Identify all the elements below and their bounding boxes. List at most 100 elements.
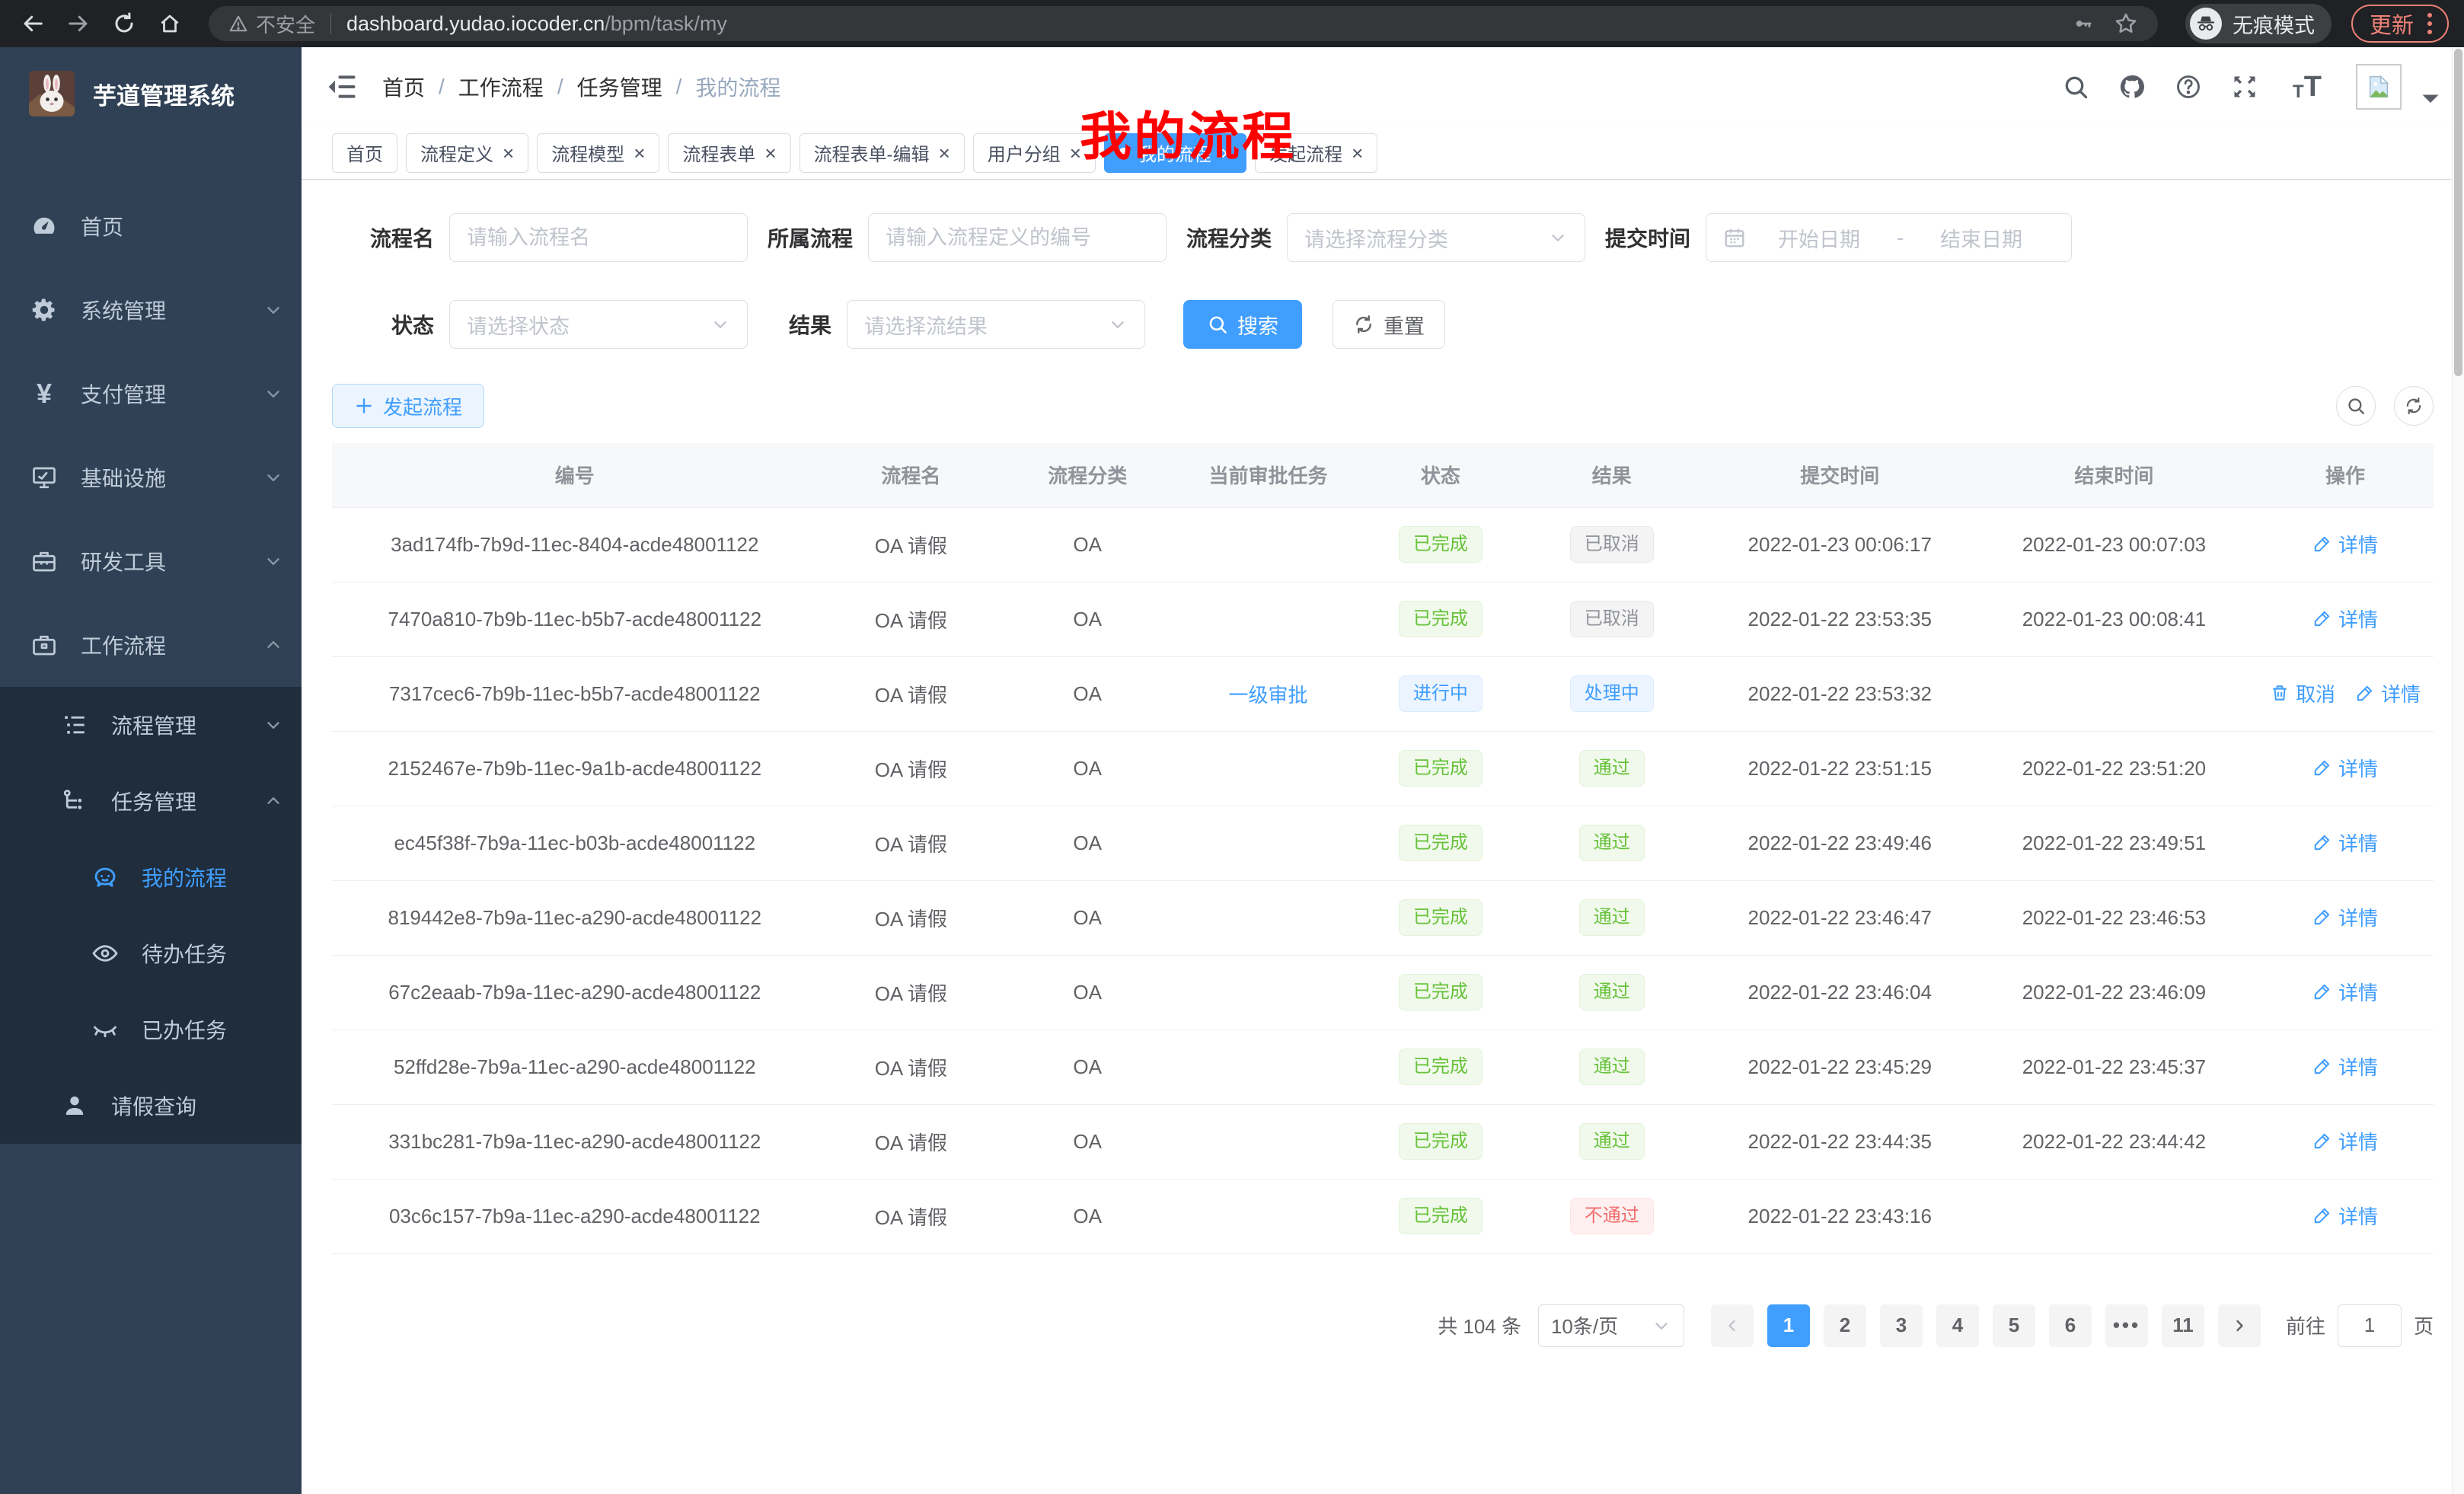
- github-icon[interactable]: [2118, 73, 2146, 101]
- page-number-button[interactable]: 6: [2049, 1304, 2092, 1347]
- detail-action-link[interactable]: 详情: [2312, 754, 2378, 782]
- eye-icon: [91, 940, 119, 967]
- detail-action-link[interactable]: 详情: [2312, 903, 2378, 931]
- detail-action-link[interactable]: 详情: [2312, 978, 2378, 1006]
- cancel-action-link[interactable]: 取消: [2270, 679, 2335, 707]
- close-icon[interactable]: ×: [634, 143, 645, 163]
- tab-process-form-edit[interactable]: 流程表单-编辑×: [800, 133, 965, 173]
- detail-action-link[interactable]: 详情: [2312, 605, 2378, 633]
- detail-action-link[interactable]: 详情: [2355, 679, 2421, 707]
- sidebar-item-system-management[interactable]: 系统管理: [0, 268, 302, 352]
- url-host: dashboard.yudao.iocoder.cn: [346, 12, 605, 36]
- detail-action-link[interactable]: 详情: [2312, 1202, 2378, 1230]
- search-icon[interactable]: [2062, 73, 2089, 101]
- breadcrumb-separator: /: [676, 75, 682, 99]
- sidebar-item-payment-management[interactable]: ¥支付管理: [0, 352, 302, 436]
- task-link[interactable]: 一级审批: [1229, 684, 1308, 707]
- refresh-button[interactable]: [2394, 386, 2434, 426]
- browser-back-button[interactable]: [15, 6, 50, 41]
- avatar[interactable]: [2356, 64, 2402, 110]
- search-toggle-button[interactable]: [2336, 386, 2376, 426]
- page-more-button[interactable]: •••: [2105, 1304, 2148, 1347]
- sidebar-item-process-management[interactable]: 流程管理: [0, 687, 302, 763]
- sidebar-item-dev-tools[interactable]: 研发工具: [0, 519, 302, 603]
- process-category-cell: OA: [1004, 1104, 1170, 1179]
- actions-cell: 详情: [2257, 880, 2434, 955]
- tab-user-group[interactable]: 用户分组×: [973, 133, 1096, 173]
- parent-process-input[interactable]: [868, 213, 1167, 262]
- sidebar-item-label: 我的流程: [142, 862, 283, 892]
- breadcrumb-item[interactable]: 首页: [382, 72, 425, 102]
- status-tag: 已完成: [1399, 750, 1483, 787]
- goto-page-input[interactable]: [2338, 1304, 2402, 1347]
- detail-action-link[interactable]: 详情: [2312, 1052, 2378, 1081]
- close-icon[interactable]: ×: [1221, 143, 1232, 163]
- home-icon: [158, 12, 181, 35]
- sidebar-item-my-process[interactable]: 我的流程: [0, 839, 302, 915]
- font-size-icon[interactable]: TT: [2287, 73, 2327, 101]
- page-number-button[interactable]: 11: [2162, 1304, 2204, 1347]
- prev-page-button[interactable]: [1711, 1304, 1754, 1347]
- breadcrumb-item[interactable]: 工作流程: [458, 72, 544, 102]
- close-icon[interactable]: ×: [503, 143, 514, 163]
- key-icon[interactable]: [2073, 13, 2094, 34]
- scrollbar-thumb[interactable]: [2454, 49, 2462, 376]
- search-button[interactable]: 搜索: [1183, 300, 1302, 349]
- page-number-button[interactable]: 2: [1824, 1304, 1866, 1347]
- tab-process-form[interactable]: 流程表单×: [668, 133, 790, 173]
- next-page-button[interactable]: [2218, 1304, 2261, 1347]
- page-size-value: 10条/页: [1551, 1311, 1618, 1339]
- page-number-button[interactable]: 5: [1993, 1304, 2035, 1347]
- category-select[interactable]: 请选择流程分类: [1287, 213, 1585, 262]
- sidebar-item-task-management[interactable]: 任务管理: [0, 763, 302, 839]
- page-number-button[interactable]: 3: [1880, 1304, 1923, 1347]
- tab-process-model[interactable]: 流程模型×: [537, 133, 659, 173]
- sidebar-item-done-tasks[interactable]: 已办任务: [0, 991, 302, 1068]
- process-name-input[interactable]: [449, 213, 748, 262]
- address-bar[interactable]: 不安全 dashboard.yudao.iocoder.cn /bpm/task…: [209, 6, 2158, 41]
- tab-start-process[interactable]: 发起流程×: [1255, 133, 1377, 173]
- page-number-button[interactable]: 1: [1767, 1304, 1810, 1347]
- process-name-cell: OA 请假: [818, 1104, 1005, 1179]
- tab-process-definition[interactable]: 流程定义×: [406, 133, 528, 173]
- close-icon[interactable]: ×: [764, 143, 776, 163]
- caret-down-icon[interactable]: [2417, 85, 2444, 112]
- sidebar-collapse-icon[interactable]: [326, 70, 359, 104]
- help-icon[interactable]: [2175, 73, 2202, 101]
- detail-action-link[interactable]: 详情: [2312, 1127, 2378, 1155]
- address-divider: [330, 13, 331, 34]
- tab-home[interactable]: 首页: [332, 133, 397, 173]
- browser-home-button[interactable]: [152, 6, 187, 41]
- page-size-select[interactable]: 10条/页: [1538, 1304, 1684, 1347]
- tab-my-process[interactable]: 我的流程×: [1104, 133, 1246, 173]
- current-task-cell: 一级审批: [1170, 656, 1366, 731]
- reset-button[interactable]: 重置: [1333, 300, 1445, 349]
- close-icon[interactable]: ×: [1352, 143, 1363, 163]
- table-row: 52ffd28e-7b9a-11ec-a290-acde48001122OA 请…: [332, 1030, 2434, 1104]
- browser-update-button[interactable]: 更新: [2351, 5, 2449, 43]
- star-icon[interactable]: [2114, 11, 2138, 36]
- page-number-button[interactable]: 4: [1936, 1304, 1979, 1347]
- submit-time-range[interactable]: 开始日期 - 结束日期: [1706, 213, 2072, 262]
- detail-action-link[interactable]: 详情: [2312, 828, 2378, 857]
- close-icon[interactable]: ×: [1070, 143, 1081, 163]
- sidebar-item-workflow[interactable]: 工作流程: [0, 603, 302, 687]
- fullscreen-icon[interactable]: [2231, 73, 2258, 101]
- sidebar-item-label: 任务管理: [111, 786, 263, 816]
- detail-action-link[interactable]: 详情: [2312, 530, 2378, 558]
- page-content: 流程名 所属流程 流程分类 请选择流程分类 提交时间: [302, 213, 2464, 1347]
- result-cell: 通过: [1515, 806, 1709, 880]
- sidebar-item-leave-query[interactable]: 请假查询: [0, 1068, 302, 1144]
- browser-menu-icon[interactable]: [2427, 13, 2432, 34]
- sidebar-item-home[interactable]: 首页: [0, 184, 302, 268]
- breadcrumb-item[interactable]: 任务管理: [577, 72, 662, 102]
- sidebar-item-todo-tasks[interactable]: 待办任务: [0, 915, 302, 991]
- status-select[interactable]: 请选择状态: [449, 300, 748, 349]
- start-process-button[interactable]: 发起流程: [332, 384, 484, 428]
- sidebar-item-infrastructure[interactable]: 基础设施: [0, 436, 302, 519]
- table-column-header: 流程名: [818, 443, 1005, 507]
- result-select[interactable]: 请选择流结果: [847, 300, 1145, 349]
- browser-reload-button[interactable]: [107, 6, 142, 41]
- close-icon[interactable]: ×: [939, 143, 950, 163]
- browser-forward-button[interactable]: [61, 6, 96, 41]
